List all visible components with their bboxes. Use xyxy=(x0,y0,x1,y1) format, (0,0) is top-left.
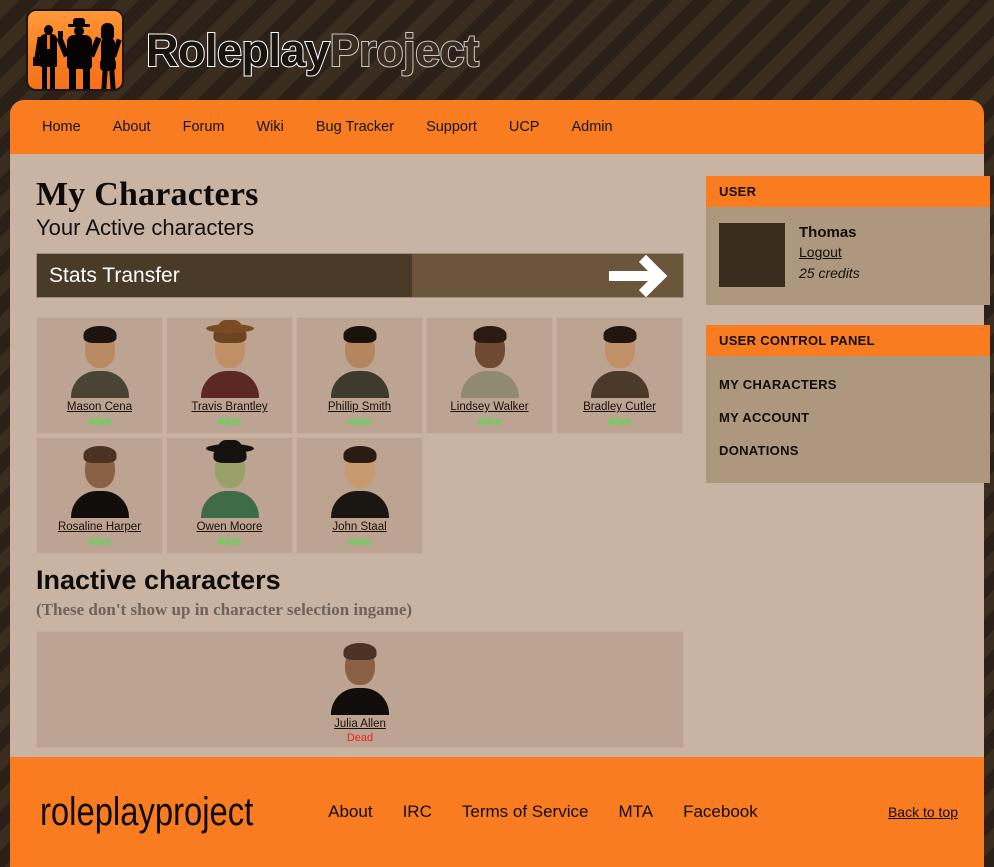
character-status-badge: Alive xyxy=(347,415,372,428)
footer-brand: roleplayproject xyxy=(40,790,254,834)
main-navigation: Home About Forum Wiki Bug Tracker Suppor… xyxy=(10,100,984,154)
active-characters-grid: Mason Cena Alive Travis Brantley Alive Phill… xyxy=(36,317,684,555)
character-status-badge: Alive xyxy=(87,415,112,428)
character-status-badge: Alive xyxy=(217,535,242,548)
character-card[interactable]: Rosaline Harper Alive xyxy=(36,437,163,555)
nav-item-forum[interactable]: Forum xyxy=(183,119,225,135)
nav-item-admin[interactable]: Admin xyxy=(571,119,612,135)
page-content: My Characters Your Active characters Sta… xyxy=(10,154,990,769)
ucp-items: MY CHARACTERS MY ACCOUNT DONATIONS xyxy=(706,356,990,483)
character-status-badge: Dead xyxy=(346,731,374,744)
back-to-top-link[interactable]: Back to top xyxy=(888,804,958,820)
character-status-badge: Alive xyxy=(477,415,502,428)
footer-link-terms-of-service[interactable]: Terms of Service xyxy=(462,802,589,822)
footer-link-mta[interactable]: MTA xyxy=(618,802,653,822)
sidebar: USER Thomas Logout 25 credits USER CONTR… xyxy=(706,176,990,748)
character-name-link[interactable]: Travis Brantley xyxy=(191,400,267,414)
sidebar-item-donations[interactable]: DONATIONS xyxy=(706,434,990,467)
footer-links: About IRC Terms of Service MTA Facebook xyxy=(328,802,758,822)
character-name-link[interactable]: John Staal xyxy=(332,520,386,534)
character-status-badge: Alive xyxy=(607,415,632,428)
character-card[interactable]: Phillip Smith Alive xyxy=(296,317,423,435)
character-status-badge: Alive xyxy=(87,535,112,548)
user-control-panel: USER CONTROL PANEL MY CHARACTERS MY ACCO… xyxy=(706,325,990,483)
footer-link-irc[interactable]: IRC xyxy=(403,802,432,822)
credits-value: 25 credits xyxy=(799,264,860,281)
character-avatar xyxy=(589,324,651,399)
nav-item-bug-tracker[interactable]: Bug Tracker xyxy=(316,119,394,135)
main-column: My Characters Your Active characters Sta… xyxy=(36,176,684,749)
character-avatar xyxy=(199,440,261,519)
site-brand: RoleplayProject xyxy=(145,24,481,76)
nav-item-home[interactable]: Home xyxy=(42,119,81,135)
inactive-characters-box: Julia Allen Dead xyxy=(36,631,684,749)
character-name-link[interactable]: Rosaline Harper xyxy=(58,520,141,534)
stats-transfer-action[interactable] xyxy=(411,254,683,298)
user-panel-header: USER xyxy=(706,176,990,207)
user-panel: USER Thomas Logout 25 credits xyxy=(706,176,990,305)
character-card[interactable]: Julia Allen Dead xyxy=(297,632,424,749)
sidebar-item-my-account[interactable]: MY ACCOUNT xyxy=(706,401,990,434)
site-footer: roleplayproject About IRC Terms of Servi… xyxy=(10,757,984,867)
character-name-link[interactable]: Owen Moore xyxy=(197,520,263,534)
site-header: RoleplayProject xyxy=(0,0,994,100)
character-status-badge: Alive xyxy=(347,535,372,548)
character-avatar xyxy=(329,641,391,715)
logout-link[interactable]: Logout xyxy=(799,243,860,263)
page-subtitle: Your Active characters xyxy=(36,215,255,241)
character-card[interactable]: Lindsey Walker Alive xyxy=(426,317,553,435)
character-avatar xyxy=(69,444,131,519)
nav-item-support[interactable]: Support xyxy=(426,119,477,135)
character-name-link[interactable]: Phillip Smith xyxy=(328,400,391,414)
nav-item-about[interactable]: About xyxy=(113,119,151,135)
character-name-link[interactable]: Julia Allen xyxy=(334,717,386,731)
brand-part-primary: Roleplay xyxy=(145,24,331,76)
character-status-badge: Alive xyxy=(217,415,242,428)
page-title: My Characters xyxy=(36,176,259,213)
sidebar-item-my-characters[interactable]: MY CHARACTERS xyxy=(706,368,990,401)
character-avatar xyxy=(69,324,131,399)
character-avatar xyxy=(329,444,391,519)
character-card[interactable]: Bradley Cutler Alive xyxy=(556,317,683,435)
character-name-link[interactable]: Bradley Cutler xyxy=(583,400,656,414)
page-shell: Home About Forum Wiki Bug Tracker Suppor… xyxy=(10,100,990,769)
stats-transfer-label: Stats Transfer xyxy=(37,254,412,298)
nav-item-ucp[interactable]: UCP xyxy=(509,119,540,135)
arrow-right-icon xyxy=(609,270,657,281)
character-card[interactable]: Mason Cena Alive xyxy=(36,317,163,435)
ucp-header: USER CONTROL PANEL xyxy=(706,325,990,356)
character-card[interactable]: Owen Moore Alive xyxy=(166,437,293,555)
brand-part-secondary: Project xyxy=(329,24,481,76)
username: Thomas xyxy=(799,224,857,241)
character-name-link[interactable]: Mason Cena xyxy=(67,400,132,414)
inactive-characters-heading: Inactive characters xyxy=(36,565,281,596)
character-card[interactable]: Travis Brantley Alive xyxy=(166,317,293,435)
character-avatar xyxy=(459,324,521,399)
inactive-characters-note: (These don't show up in character select… xyxy=(36,600,413,620)
user-panel-body: Thomas Logout 25 credits xyxy=(706,207,990,305)
site-logo-icon[interactable] xyxy=(26,9,124,91)
character-avatar xyxy=(199,320,261,399)
character-avatar xyxy=(329,324,391,399)
stats-transfer-banner[interactable]: Stats Transfer xyxy=(36,253,684,299)
footer-link-about[interactable]: About xyxy=(328,802,372,822)
character-name-link[interactable]: Lindsey Walker xyxy=(450,400,528,414)
nav-item-wiki[interactable]: Wiki xyxy=(257,119,284,135)
footer-link-facebook[interactable]: Facebook xyxy=(683,802,758,822)
character-card[interactable]: John Staal Alive xyxy=(296,437,423,555)
avatar xyxy=(719,223,785,287)
